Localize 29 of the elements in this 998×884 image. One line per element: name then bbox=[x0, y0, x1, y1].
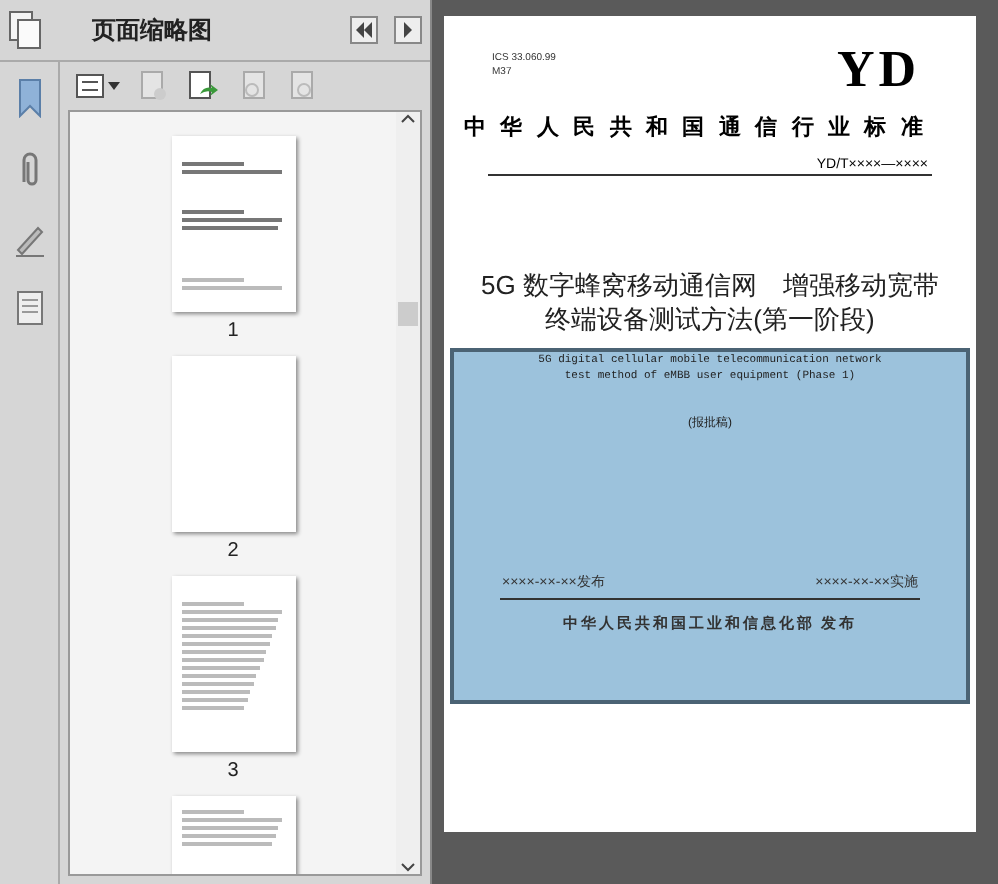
page-thumbnail[interactable] bbox=[171, 576, 295, 752]
page-number: 1 bbox=[227, 320, 239, 344]
document-icon[interactable] bbox=[15, 290, 43, 326]
page-number: 3 bbox=[227, 760, 239, 784]
scroll-down-icon[interactable] bbox=[400, 862, 416, 874]
scroll-thumb[interactable] bbox=[398, 301, 418, 325]
collapse-button[interactable] bbox=[350, 16, 378, 44]
page-number: 2 bbox=[227, 540, 239, 564]
expand-button[interactable] bbox=[394, 16, 422, 44]
caret-icon bbox=[402, 22, 414, 38]
pages-icon bbox=[8, 10, 44, 50]
list-icon bbox=[76, 74, 104, 98]
rotate-page-icon[interactable] bbox=[240, 70, 268, 102]
options-button[interactable] bbox=[76, 74, 120, 98]
dropdown-caret-icon bbox=[108, 82, 120, 90]
standard-logo: YD bbox=[836, 44, 920, 96]
page-thumbnail[interactable] bbox=[171, 136, 295, 312]
delete-page-icon[interactable] bbox=[140, 70, 168, 102]
signature-icon[interactable] bbox=[13, 222, 45, 258]
page-thumbnail[interactable] bbox=[171, 356, 295, 532]
document-title: 终端设备测试方法(第一阶段) bbox=[545, 301, 875, 335]
extract-page-icon[interactable] bbox=[288, 70, 316, 102]
bookmark-icon[interactable] bbox=[15, 78, 43, 118]
panel-title: 页面缩略图 bbox=[92, 14, 214, 48]
document-title: 5G 数字蜂窝移动通信网 增强移动宽带 bbox=[481, 267, 939, 301]
standard-heading: 中华人民共和国通信行业标准 bbox=[464, 113, 940, 144]
insert-page-icon[interactable] bbox=[188, 70, 220, 102]
scroll-up-icon[interactable] bbox=[400, 112, 416, 124]
double-caret-icon bbox=[354, 22, 374, 38]
